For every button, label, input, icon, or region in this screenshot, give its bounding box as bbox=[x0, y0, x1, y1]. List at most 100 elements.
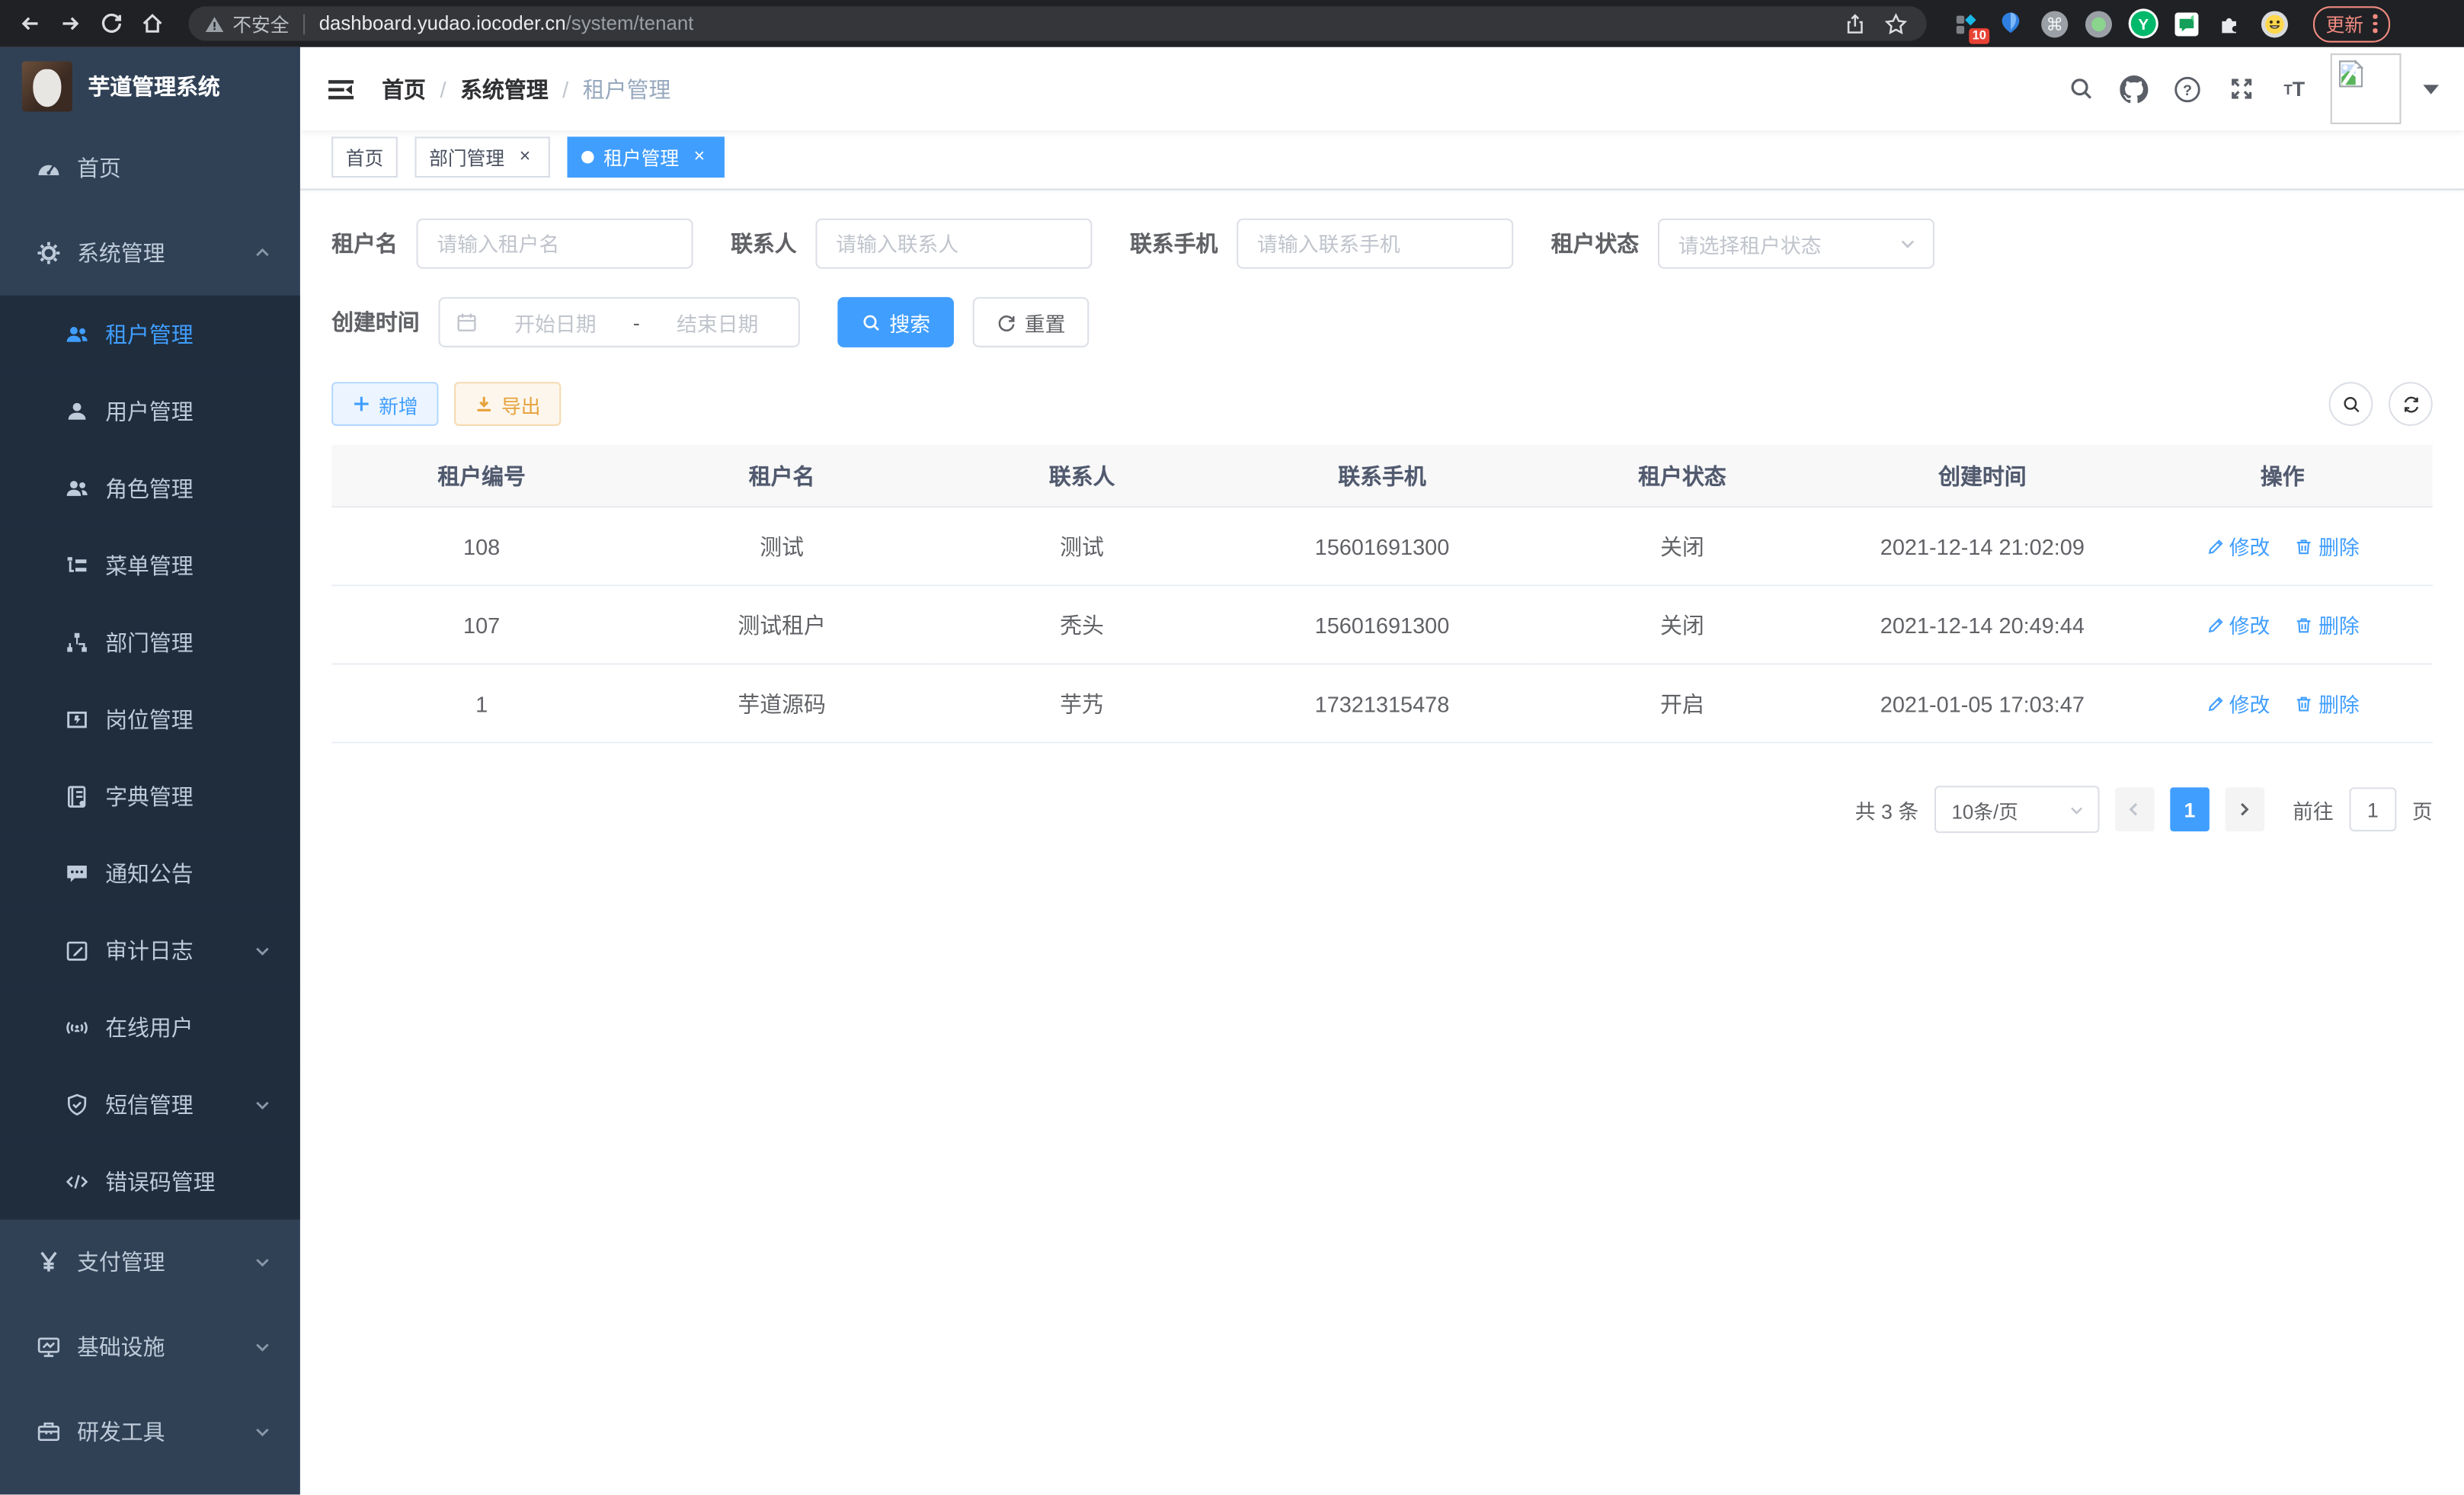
reset-button[interactable]: 重置 bbox=[973, 297, 1090, 347]
search-button[interactable]: 搜索 bbox=[837, 297, 954, 347]
chevron-left-icon bbox=[2125, 800, 2144, 819]
cell-mobile: 17321315478 bbox=[1232, 664, 1532, 742]
cell-actions: 修改 删除 bbox=[2133, 585, 2433, 664]
sidebar-item-infra[interactable]: 基础设施 bbox=[0, 1305, 300, 1389]
date-separator: - bbox=[633, 310, 640, 334]
browser-toolbar: 不安全 dashboard.yudao.iocoder.cn/system/te… bbox=[0, 0, 2464, 47]
sidebar-item-role[interactable]: 角色管理 bbox=[0, 450, 300, 527]
svg-text:⌘: ⌘ bbox=[2046, 14, 2063, 34]
extension-command-button[interactable]: ⌘ bbox=[2038, 7, 2071, 40]
sidebar-item-errcode[interactable]: 错误码管理 bbox=[0, 1142, 300, 1219]
goto-page-input[interactable] bbox=[2349, 787, 2396, 831]
extension-yuque-button[interactable]: Y bbox=[2126, 7, 2159, 40]
home-button[interactable] bbox=[135, 6, 169, 40]
fullscreen-button[interactable] bbox=[2223, 72, 2258, 106]
filter-row-1: 租户名 联系人 联系手机 租户状态 请选择租户状态 bbox=[331, 219, 2433, 269]
sidebar-item-sms[interactable]: 短信管理 bbox=[0, 1065, 300, 1142]
tree-table-icon bbox=[65, 552, 90, 578]
share-button[interactable] bbox=[1838, 8, 1870, 39]
export-button[interactable]: 导出 bbox=[454, 382, 561, 426]
user-avatar[interactable] bbox=[2331, 53, 2402, 124]
mobile-input[interactable] bbox=[1237, 219, 1513, 269]
chevron-down-icon bbox=[253, 1337, 272, 1356]
tag-home[interactable]: 首页 bbox=[331, 136, 398, 178]
toolbox-icon bbox=[36, 1419, 61, 1444]
sidebar-item-devtools[interactable]: 研发工具 bbox=[0, 1389, 300, 1474]
filter-label: 联系人 bbox=[731, 228, 797, 259]
edit-link[interactable]: 修改 bbox=[2206, 688, 2270, 718]
header-search-button[interactable] bbox=[2063, 72, 2098, 106]
contact-input[interactable] bbox=[815, 219, 1092, 269]
docs-help-button[interactable]: ? bbox=[2170, 72, 2204, 106]
extension-balloon-button[interactable] bbox=[1994, 7, 2027, 40]
sidebar-item-home[interactable]: 首页 bbox=[0, 126, 300, 210]
extensions-menu-button[interactable] bbox=[2214, 7, 2247, 40]
extension-record-button[interactable] bbox=[2082, 7, 2115, 40]
cell-contact: 秃头 bbox=[932, 585, 1232, 664]
breadcrumb-home[interactable]: 首页 bbox=[382, 73, 426, 104]
status-select[interactable]: 请选择租户状态 bbox=[1658, 219, 1934, 269]
browser-menu-icon[interactable] bbox=[2373, 14, 2376, 33]
sidebar-item-label: 系统管理 bbox=[77, 237, 165, 268]
profile-avatar-button[interactable] bbox=[2258, 7, 2291, 40]
toggle-search-button[interactable] bbox=[2329, 382, 2373, 426]
tag-tenant[interactable]: 租户管理 × bbox=[568, 136, 725, 178]
table-header: 租户编号 租户名 联系人 联系手机 租户状态 创建时间 操作 bbox=[331, 445, 2433, 507]
sidebar-item-dept[interactable]: 部门管理 bbox=[0, 603, 300, 680]
page-size-select[interactable]: 10条/页 bbox=[1934, 786, 2100, 833]
breadcrumb-system[interactable]: 系统管理 bbox=[460, 73, 549, 104]
sidebar-item-payment[interactable]: 支付管理 bbox=[0, 1220, 300, 1305]
back-button[interactable] bbox=[13, 6, 47, 40]
sidebar-item-user[interactable]: 用户管理 bbox=[0, 373, 300, 450]
extension-grid-button[interactable]: 10 bbox=[1950, 7, 1983, 40]
refresh-table-button[interactable] bbox=[2389, 382, 2433, 426]
filter-mobile: 联系手机 bbox=[1130, 219, 1513, 269]
tag-dept[interactable]: 部门管理 × bbox=[415, 136, 550, 178]
edit-link[interactable]: 修改 bbox=[2206, 531, 2270, 561]
col-actions: 操作 bbox=[2133, 445, 2433, 507]
chevron-down-icon bbox=[253, 1253, 272, 1272]
tag-close-icon[interactable]: × bbox=[514, 146, 536, 168]
extension-chat-button[interactable] bbox=[2170, 7, 2203, 40]
sidebar-item-notice[interactable]: 通知公告 bbox=[0, 834, 300, 911]
url-text[interactable]: dashboard.yudao.iocoder.cn/system/tenant bbox=[319, 13, 1829, 35]
download-icon bbox=[475, 395, 494, 414]
cell-tenant-id: 1 bbox=[331, 664, 632, 742]
url-bar[interactable]: 不安全 dashboard.yudao.iocoder.cn/system/te… bbox=[189, 6, 1927, 40]
page-number-button[interactable]: 1 bbox=[2170, 787, 2210, 831]
sidebar-logo[interactable]: 芋道管理系统 bbox=[0, 47, 300, 126]
font-size-button[interactable]: TT bbox=[2277, 72, 2312, 106]
sidebar-item-dict[interactable]: 字典管理 bbox=[0, 757, 300, 834]
cell-actions: 修改 删除 bbox=[2133, 664, 2433, 742]
date-end-placeholder: 结束日期 bbox=[652, 307, 782, 337]
sidebar-item-menu[interactable]: 菜单管理 bbox=[0, 527, 300, 603]
sidebar-item-auditlog[interactable]: 审计日志 bbox=[0, 911, 300, 988]
bookmark-star-button[interactable] bbox=[1880, 8, 1911, 39]
github-button[interactable] bbox=[2117, 72, 2151, 106]
sidebar-item-online[interactable]: 在线用户 bbox=[0, 988, 300, 1065]
prev-page-button[interactable] bbox=[2115, 787, 2155, 831]
sidebar-item-system[interactable]: 系统管理 bbox=[0, 210, 300, 295]
forward-button[interactable] bbox=[53, 6, 88, 40]
shield-icon bbox=[65, 1091, 90, 1116]
update-button[interactable]: 更新 bbox=[2313, 5, 2389, 41]
delete-link[interactable]: 删除 bbox=[2295, 688, 2360, 718]
date-range-picker[interactable]: 开始日期 - 结束日期 bbox=[438, 297, 799, 347]
avatar-caret-icon[interactable] bbox=[2423, 84, 2439, 93]
edit-link[interactable]: 修改 bbox=[2206, 610, 2270, 639]
sidebar-fold-button[interactable] bbox=[325, 73, 357, 104]
delete-link[interactable]: 删除 bbox=[2295, 531, 2360, 561]
next-page-button[interactable] bbox=[2225, 787, 2264, 831]
delete-link[interactable]: 删除 bbox=[2295, 610, 2360, 639]
reload-button[interactable] bbox=[94, 6, 129, 40]
cell-tenant-id: 107 bbox=[331, 585, 632, 664]
user-icon bbox=[65, 399, 90, 424]
add-button[interactable]: 新增 bbox=[331, 382, 438, 426]
tag-close-icon[interactable]: × bbox=[688, 146, 710, 168]
chevron-down-icon bbox=[2068, 801, 2085, 818]
balloon-extension-icon bbox=[1999, 10, 2023, 37]
sidebar-item-tenant[interactable]: 租户管理 bbox=[0, 296, 300, 373]
tenant-name-input[interactable] bbox=[417, 219, 693, 269]
sidebar-item-post[interactable]: 岗位管理 bbox=[0, 680, 300, 757]
security-chip[interactable]: 不安全 bbox=[204, 10, 289, 37]
